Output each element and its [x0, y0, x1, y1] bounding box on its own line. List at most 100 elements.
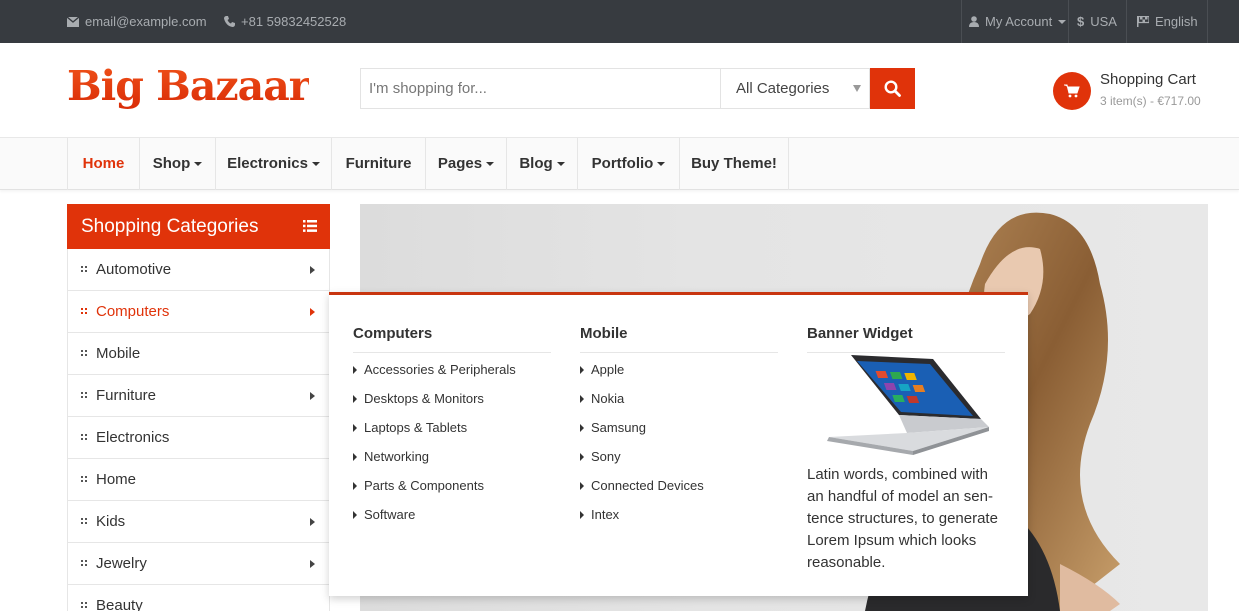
divider — [1068, 0, 1069, 43]
mega-link[interactable]: Software — [353, 507, 415, 522]
currency-label: USA — [1090, 14, 1117, 29]
mega-link[interactable]: Desktops & Monitors — [353, 391, 484, 406]
mega-link[interactable]: Accessories & Peripherals — [353, 362, 516, 377]
nav-home[interactable]: Home — [67, 138, 139, 190]
cart-summary: 3 item(s) - €717.00 — [1100, 94, 1201, 108]
category-label: Mobile — [96, 345, 141, 362]
email-contact[interactable]: email@example.com — [67, 0, 207, 43]
nav-portfolio[interactable]: Portfolio — [577, 138, 679, 190]
category-label: Kids — [96, 513, 126, 530]
envelope-icon — [67, 16, 79, 27]
search-button[interactable] — [870, 68, 915, 109]
mega-link[interactable]: Parts & Components — [353, 478, 484, 493]
site-logo[interactable]: Big Bazaar — [67, 62, 310, 110]
chevron-right-icon — [310, 266, 315, 274]
category-label: Electronics — [96, 429, 170, 446]
category-label: Beauty — [96, 597, 143, 611]
mega-link[interactable]: Sony — [580, 449, 621, 464]
mega-link[interactable]: Laptops & Tablets — [353, 420, 467, 435]
divider — [1207, 0, 1208, 43]
category-electronics[interactable]: Electronics — [68, 417, 329, 459]
category-home[interactable]: Home — [68, 459, 329, 501]
nav-buy-theme-label: Buy Theme! — [691, 155, 777, 172]
nav-home-label: Home — [82, 155, 125, 172]
dollar-icon: $ — [1077, 14, 1085, 29]
grip-icon — [81, 434, 88, 441]
category-automotive[interactable]: Automotive — [68, 249, 329, 291]
divider — [961, 0, 962, 43]
shopping-categories-header[interactable]: Shopping Categories — [67, 204, 330, 249]
category-beauty[interactable]: Beauty — [68, 585, 329, 611]
category-label: Jewelry — [96, 555, 147, 572]
mega-link[interactable]: Apple — [580, 362, 624, 377]
caret-down-icon — [486, 162, 495, 167]
grip-icon — [81, 560, 88, 567]
chevron-right-icon — [310, 560, 315, 568]
caret-down-icon — [657, 162, 666, 167]
cart-title[interactable]: Shopping Cart — [1100, 71, 1196, 88]
top-bar: email@example.com +81 59832452528 My Acc… — [0, 0, 1239, 43]
category-label: Automotive — [96, 261, 172, 278]
main-nav: Home Shop Electronics Furniture Pages Bl… — [0, 137, 1239, 190]
shopping-categories-title: Shopping Categories — [81, 216, 259, 237]
mega-link[interactable]: Intex — [580, 507, 619, 522]
category-mobile[interactable]: Mobile — [68, 333, 329, 375]
nav-furniture-label: Furniture — [345, 155, 412, 172]
currency-selector[interactable]: $ USA — [1077, 0, 1117, 43]
grip-icon — [81, 266, 88, 273]
user-icon — [969, 16, 979, 27]
grip-icon — [81, 518, 88, 525]
mega-link[interactable]: Connected Devices — [580, 478, 704, 493]
divider — [1126, 0, 1127, 43]
nav-blog-label: Blog — [519, 155, 553, 172]
caret-down-icon — [1058, 19, 1067, 24]
category-list: Automotive Computers Mobile Furniture El… — [67, 249, 330, 611]
phone-icon — [224, 16, 235, 27]
chevron-right-icon — [310, 518, 315, 526]
language-selector[interactable]: English — [1137, 0, 1198, 43]
nav-shop[interactable]: Shop — [139, 138, 215, 190]
computers-mega-menu: Computers Accessories & Peripherals Desk… — [329, 292, 1028, 596]
category-furniture[interactable]: Furniture — [68, 375, 329, 417]
mega-link[interactable]: Samsung — [580, 420, 646, 435]
category-select-value: All Categories — [736, 80, 830, 97]
category-label: Furniture — [96, 387, 157, 404]
grip-icon — [81, 476, 88, 483]
mega-link[interactable]: Networking — [353, 449, 429, 464]
grip-icon — [81, 308, 88, 315]
mega-link[interactable]: Nokia — [580, 391, 624, 406]
grip-icon — [81, 602, 88, 609]
language-label: English — [1155, 14, 1198, 29]
chevron-right-icon — [310, 308, 315, 316]
list-icon — [303, 220, 317, 232]
search-input[interactable] — [360, 68, 721, 109]
chevron-right-icon — [310, 392, 315, 400]
category-jewelry[interactable]: Jewelry — [68, 543, 329, 585]
nav-pages[interactable]: Pages — [425, 138, 506, 190]
nav-pages-label: Pages — [437, 155, 483, 172]
phone-text: +81 59832452528 — [241, 14, 347, 29]
nav-blog[interactable]: Blog — [506, 138, 577, 190]
flag-icon — [1137, 16, 1149, 27]
mega-column-title: Computers — [353, 325, 551, 353]
category-label: Home — [96, 471, 137, 488]
my-account-dropdown[interactable]: My Account — [969, 0, 1067, 43]
nav-electronics-label: Electronics — [227, 155, 308, 172]
nav-electronics[interactable]: Electronics — [215, 138, 331, 190]
category-select[interactable]: All Categories — [720, 68, 870, 109]
my-account-label: My Account — [985, 14, 1053, 29]
phone-contact[interactable]: +81 59832452528 — [224, 0, 346, 43]
cart-button[interactable] — [1053, 72, 1091, 110]
category-computers[interactable]: Computers — [68, 291, 329, 333]
grip-icon — [81, 350, 88, 357]
search-icon — [884, 80, 901, 97]
nav-buy-theme[interactable]: Buy Theme! — [679, 138, 789, 190]
select-arrow-icon — [853, 85, 861, 92]
category-kids[interactable]: Kids — [68, 501, 329, 543]
laptop-banner-image[interactable] — [821, 353, 991, 459]
nav-portfolio-label: Portfolio — [591, 155, 654, 172]
category-label: Computers — [96, 303, 170, 320]
caret-down-icon — [194, 162, 203, 167]
caret-down-icon — [311, 162, 320, 167]
nav-furniture[interactable]: Furniture — [331, 138, 425, 190]
